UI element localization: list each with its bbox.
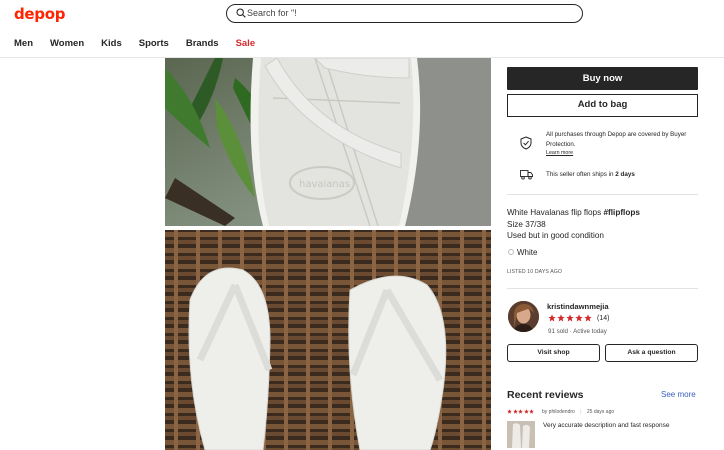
review-age: 25 days ago	[586, 409, 615, 415]
learn-more-link[interactable]: Learn more	[546, 149, 698, 159]
seller-rating-stars	[548, 314, 592, 322]
search-placeholder: Search for "!	[247, 8, 297, 18]
description-size: Size 37/38	[507, 219, 546, 229]
search-input[interactable]: Search for "!	[226, 4, 583, 23]
svg-text:havaianas: havaianas	[299, 179, 350, 190]
product-photo-1[interactable]: havaianas	[165, 58, 491, 226]
buyer-protection-text: All purchases through Depop are covered …	[546, 130, 698, 159]
star-icon	[529, 409, 534, 414]
star-icon	[548, 314, 556, 322]
shield-check-icon	[520, 136, 532, 150]
review-thumbnail-image	[507, 421, 535, 448]
description-condition: Used but in good condition	[507, 231, 604, 240]
site-header: depop Search for "! Men Women Kids Sport…	[0, 0, 724, 58]
nav-item-women[interactable]: Women	[50, 38, 84, 49]
shipping-info: This seller often ships in 2 days	[546, 171, 635, 178]
buy-now-button[interactable]: Buy now	[507, 67, 698, 90]
star-icon	[507, 409, 512, 414]
shipping-prefix: This seller often ships in	[546, 171, 616, 178]
ask-question-button[interactable]: Ask a question	[605, 344, 698, 362]
seller-avatar-image	[508, 301, 539, 332]
divider	[507, 194, 698, 195]
review-meta: by philodendro | 25 days ago	[542, 409, 614, 415]
review-thumbnail[interactable]	[507, 421, 535, 448]
product-photo-1-image: havaianas	[165, 58, 491, 226]
see-more-link[interactable]: See more	[661, 390, 696, 399]
buyer-protection-label: All purchases through Depop are covered …	[546, 131, 687, 148]
product-photo-2-image	[165, 230, 491, 450]
seller-name-link[interactable]: kristindawnmejia	[547, 302, 609, 311]
star-icon	[566, 314, 574, 322]
nav-item-brands[interactable]: Brands	[186, 38, 219, 49]
star-icon	[518, 409, 523, 414]
review-separator: |	[580, 409, 582, 415]
star-icon	[575, 314, 583, 322]
nav-item-men[interactable]: Men	[14, 38, 33, 49]
search-icon	[236, 8, 246, 18]
nav-item-sale[interactable]: Sale	[236, 38, 256, 49]
recent-reviews-heading: Recent reviews	[507, 389, 584, 401]
truck-icon	[520, 170, 533, 180]
product-description: White Havalanas flip flops #flipflops Si…	[507, 207, 640, 242]
star-icon	[523, 409, 529, 414]
description-title: White Havalanas flip flops	[507, 208, 604, 217]
star-icon	[557, 314, 565, 322]
add-to-bag-button[interactable]: Add to bag	[507, 94, 698, 117]
star-icon	[584, 314, 592, 322]
review-stars	[507, 409, 534, 414]
shipping-days: 2 days	[615, 171, 635, 178]
category-nav: Men Women Kids Sports Brands Sale	[14, 38, 272, 49]
rating-count[interactable]: (14)	[597, 315, 609, 322]
seller-avatar[interactable]	[508, 301, 539, 332]
color-label: White	[517, 248, 538, 257]
nav-item-kids[interactable]: Kids	[101, 38, 122, 49]
review-author[interactable]: by philodendro	[542, 409, 575, 415]
divider	[507, 288, 698, 289]
star-icon	[512, 409, 518, 414]
product-photo-2[interactable]	[165, 230, 491, 450]
visit-shop-button[interactable]: Visit shop	[507, 344, 600, 362]
seller-meta: 91 sold · Active today	[548, 328, 607, 335]
color-swatch	[508, 249, 514, 255]
description-title-line: White Havalanas flip flops #flipflops	[507, 207, 640, 219]
review-text: Very accurate description and fast respo…	[543, 422, 670, 429]
listed-date: LISTED 10 DAYS AGO	[507, 269, 563, 275]
hashtag-link[interactable]: #flipflops	[603, 208, 639, 217]
nav-item-sports[interactable]: Sports	[139, 38, 169, 49]
depop-logo[interactable]: depop	[14, 5, 66, 23]
